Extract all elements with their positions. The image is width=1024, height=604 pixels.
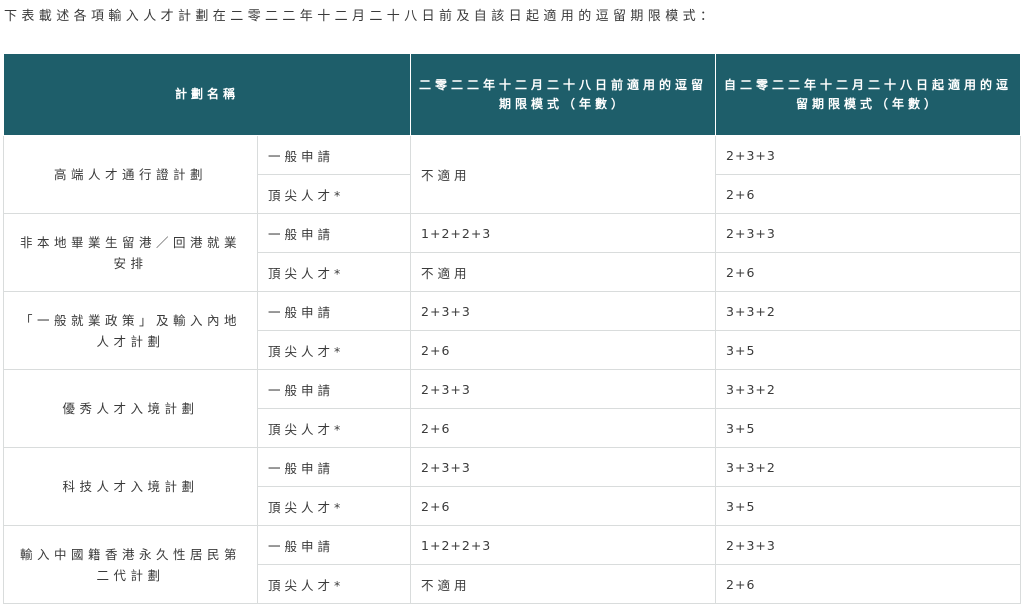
category-cell: 一般申請 <box>256 291 412 331</box>
table-row: 科技人才入境計劃 一般申請 2+3+3 3+3+2 <box>3 447 1022 526</box>
header-scheme-name: 計劃名稱 <box>2 53 412 136</box>
before-cell: 1+2+2+3 <box>410 213 717 253</box>
table-row: 非本地畢業生留港／回港就業安排 一般申請 1+2+2+3 2+3+3 <box>3 213 1022 292</box>
category-cell: 頂尖人才* <box>256 252 412 292</box>
after-cell: 2+3+3 <box>715 213 1022 253</box>
category-cell: 頂尖人才* <box>256 330 412 370</box>
category-cell: 一般申請 <box>256 447 412 487</box>
header-before-date: 二零二二年十二月二十八日前適用的逗留期限模式（年數） <box>410 53 717 136</box>
table-header-row: 計劃名稱 二零二二年十二月二十八日前適用的逗留期限模式（年數） 自二零二二年十二… <box>2 53 1022 136</box>
before-cell: 不適用 <box>410 135 717 214</box>
category-cell: 頂尖人才* <box>256 174 412 214</box>
after-cell: 3+5 <box>715 330 1022 370</box>
scheme-name: 「一般就業政策」及輸入內地人才計劃 <box>3 291 258 370</box>
after-cell: 2+6 <box>715 564 1022 604</box>
after-cell: 3+3+2 <box>715 369 1022 409</box>
header-from-date: 自二零二二年十二月二十八日起適用的逗留期限模式（年數） <box>715 53 1022 136</box>
table-row: 「一般就業政策」及輸入內地人才計劃 一般申請 2+3+3 3+3+2 <box>3 291 1022 370</box>
after-cell: 3+3+2 <box>715 447 1022 487</box>
scheme-name: 科技人才入境計劃 <box>3 447 258 526</box>
after-cell: 2+6 <box>715 174 1022 214</box>
category-cell: 頂尖人才* <box>256 408 412 448</box>
scheme-name: 非本地畢業生留港／回港就業安排 <box>3 213 258 292</box>
intro-text: 下表載述各項輸入人才計劃在二零二二年十二月二十八日前及自該日起適用的逗留期限模式… <box>4 9 718 24</box>
before-cell: 1+2+2+3 <box>410 525 717 565</box>
after-cell: 2+6 <box>715 252 1022 292</box>
after-cell: 2+3+3 <box>715 135 1022 175</box>
after-cell: 2+3+3 <box>715 525 1022 565</box>
after-cell: 3+5 <box>715 486 1022 526</box>
before-cell: 不適用 <box>410 252 717 292</box>
before-cell: 2+3+3 <box>410 369 717 409</box>
scheme-name: 輸入中國籍香港永久性居民第二代計劃 <box>3 525 258 604</box>
after-cell: 3+5 <box>715 408 1022 448</box>
before-cell: 2+3+3 <box>410 291 717 331</box>
before-cell: 不適用 <box>410 564 717 604</box>
table-row: 優秀人才入境計劃 一般申請 2+3+3 3+3+2 <box>3 369 1022 448</box>
before-cell: 2+3+3 <box>410 447 717 487</box>
stay-pattern-table: 計劃名稱 二零二二年十二月二十八日前適用的逗留期限模式（年數） 自二零二二年十二… <box>2 53 1022 604</box>
before-cell: 2+6 <box>410 486 717 526</box>
category-cell: 一般申請 <box>256 369 412 409</box>
scheme-name: 高端人才通行證計劃 <box>3 135 258 214</box>
before-cell: 2+6 <box>410 408 717 448</box>
table-row: 高端人才通行證計劃 一般申請 不適用 2+3+3 <box>3 135 1022 214</box>
scheme-name: 優秀人才入境計劃 <box>3 369 258 448</box>
category-cell: 一般申請 <box>256 213 412 253</box>
category-cell: 一般申請 <box>256 525 412 565</box>
before-cell: 2+6 <box>410 330 717 370</box>
category-cell: 頂尖人才* <box>256 486 412 526</box>
category-cell: 頂尖人才* <box>256 564 412 604</box>
category-cell: 一般申請 <box>256 135 412 175</box>
after-cell: 3+3+2 <box>715 291 1022 331</box>
table-row: 輸入中國籍香港永久性居民第二代計劃 一般申請 1+2+2+3 2+3+3 <box>3 525 1022 604</box>
